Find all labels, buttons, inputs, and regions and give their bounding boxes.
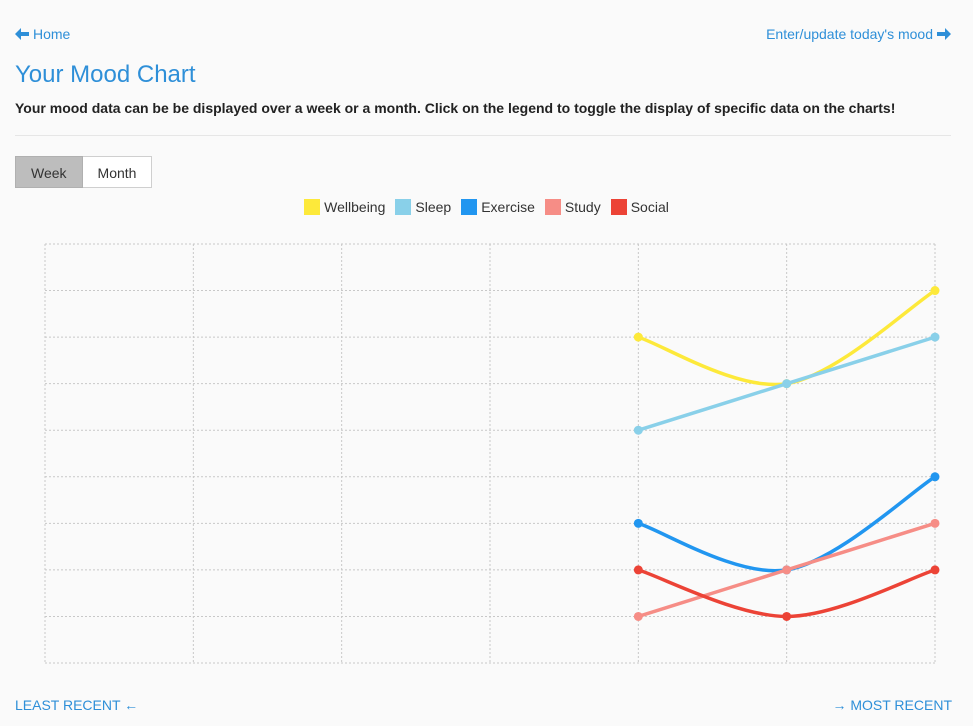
data-point-sleep bbox=[633, 425, 643, 435]
data-point-social bbox=[930, 565, 940, 575]
data-point-exercise bbox=[633, 518, 643, 528]
data-point-social bbox=[633, 565, 643, 575]
data-point-exercise bbox=[930, 472, 940, 482]
mood-line-chart bbox=[44, 243, 940, 664]
data-point-study bbox=[930, 518, 940, 528]
data-point-social bbox=[782, 611, 792, 621]
data-point-wellbeing bbox=[930, 286, 940, 296]
most-recent-label[interactable]: → MOST RECENT bbox=[832, 697, 952, 713]
data-point-sleep bbox=[782, 379, 792, 389]
data-point-wellbeing bbox=[633, 332, 643, 342]
data-point-study bbox=[782, 565, 792, 575]
data-point-sleep bbox=[930, 332, 940, 342]
least-recent-label[interactable]: LEAST RECENT ← bbox=[15, 697, 138, 713]
data-point-study bbox=[633, 611, 643, 621]
